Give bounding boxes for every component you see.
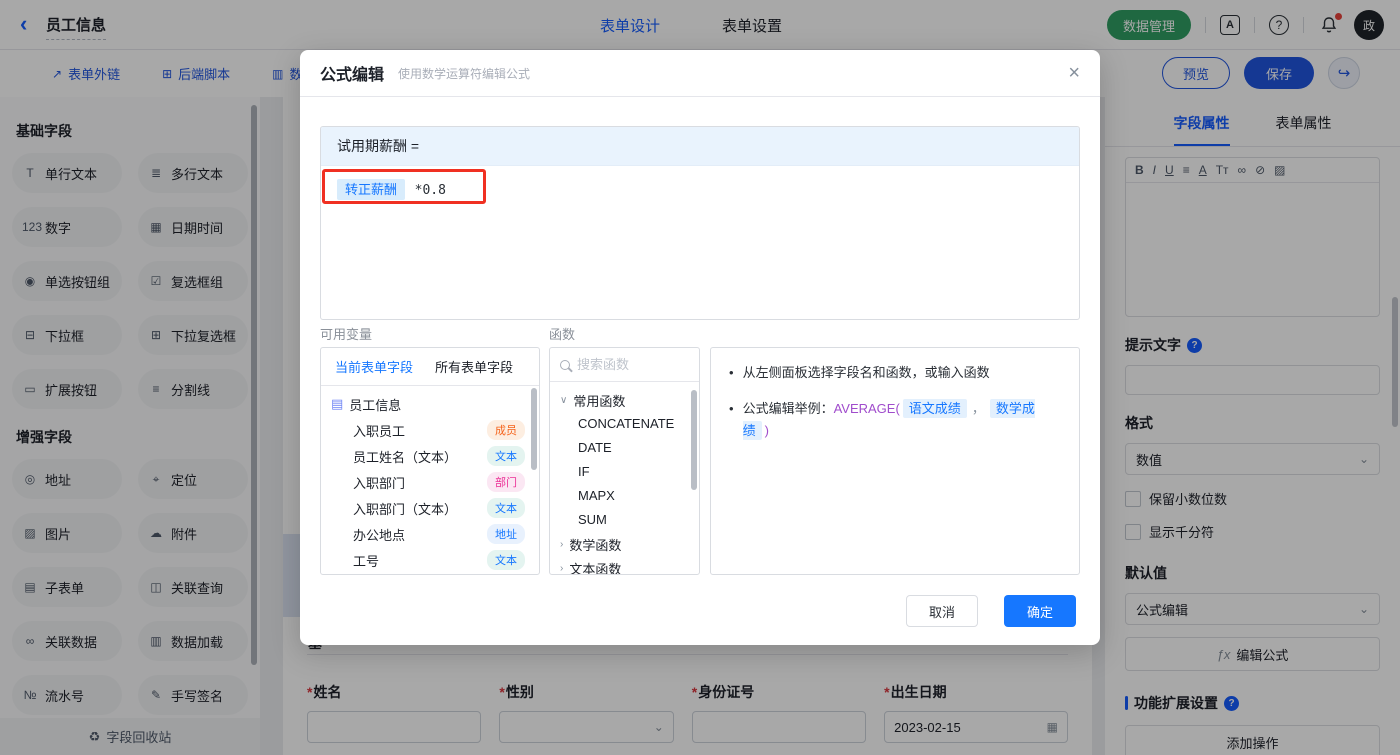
formula-target-label: 试用期薪酬 = (321, 127, 1079, 166)
tab-all-form-fields[interactable]: 所有表单字段 (435, 357, 513, 376)
function-item-date[interactable]: DATE (560, 436, 689, 460)
variable-row[interactable]: 入职部门（文本） 文本 (331, 495, 531, 521)
variable-row[interactable]: 员工姓名（文本） 文本 (331, 443, 531, 469)
formula-input-area[interactable]: 转正薪酬 *0.8 (321, 166, 1079, 211)
variable-row[interactable]: 入职部门 部门 (331, 469, 531, 495)
formula-editor: 试用期薪酬 = 转正薪酬 *0.8 (320, 126, 1080, 320)
variable-row[interactable]: 办公地点 地址 (331, 521, 531, 547)
app-root: ‹ 员工信息 表单设计 表单设置 数据管理 A ? 政 ↗ 表单外链 ⊞ 后端脚… (0, 0, 1400, 755)
variables-label: 可用变量 (320, 327, 373, 342)
modal-header: 公式编辑 使用数学运算符编辑公式 × (300, 50, 1100, 97)
tree-root-form[interactable]: ▤ 员工信息 (331, 391, 531, 417)
modal-title: 公式编辑 (320, 67, 385, 84)
hint-line-2: • 公式编辑举例：AVERAGE(语文成绩，数学成绩) (729, 399, 1035, 440)
close-icon[interactable]: × (1068, 63, 1080, 83)
search-icon (560, 359, 570, 370)
hint-comma: ， (971, 401, 985, 416)
chevron-collapsed-icon: › (560, 562, 564, 574)
functions-panel: ∨ 常用函数 CONCATENATE DATE IF MAPX SUM › 数学… (549, 347, 700, 575)
type-badge: 部门 (487, 472, 525, 492)
variables-panel: 当前表单字段 所有表单字段 ▤ 员工信息 入职员工 成员 员工姓名（文本） 文本… (320, 347, 540, 575)
modal-footer: 取消 确定 (906, 595, 1076, 627)
hint-example-prefix: 公式编辑举例： (742, 401, 834, 416)
hint-close-paren: ) (764, 423, 769, 438)
formula-edit-modal: 公式编辑 使用数学运算符编辑公式 × 试用期薪酬 = 转正薪酬 *0.8 可用变… (300, 50, 1100, 645)
chevron-expanded-icon: ∨ (560, 394, 568, 406)
tab-current-form-fields[interactable]: 当前表单字段 (335, 357, 413, 376)
function-item-concatenate[interactable]: CONCATENATE (560, 412, 689, 436)
type-badge: 文本 (487, 498, 525, 518)
function-search (550, 348, 699, 382)
group-common-functions[interactable]: ∨ 常用函数 (560, 388, 689, 412)
functions-scrollbar[interactable] (691, 390, 697, 490)
confirm-button[interactable]: 确定 (1004, 595, 1076, 627)
search-input[interactable] (577, 357, 677, 372)
hint-token-chinese-score: 语文成绩 (902, 399, 967, 418)
chevron-collapsed-icon: › (560, 538, 564, 550)
variables-tree: ▤ 员工信息 入职员工 成员 员工姓名（文本） 文本 入职部门 部门 入职部门（… (321, 386, 539, 573)
form-doc-icon: ▤ (331, 396, 344, 411)
formula-expression-text: *0.8 (414, 183, 446, 198)
variables-tabs: 当前表单字段 所有表单字段 (321, 348, 539, 386)
hint-function-name: AVERAGE( (833, 401, 900, 416)
type-badge: 文本 (487, 550, 525, 570)
field-token[interactable]: 转正薪酬 (337, 179, 406, 200)
hint-line-1: • 从左侧面板选择字段名和函数，或输入函数 (729, 365, 990, 380)
modal-subtitle: 使用数学运算符编辑公式 (398, 66, 531, 81)
variable-row[interactable]: 入职员工 成员 (331, 417, 531, 443)
function-item-mapx[interactable]: MAPX (560, 484, 689, 508)
type-badge: 文本 (487, 446, 525, 466)
group-text-functions[interactable]: › 文本函数 (560, 556, 689, 575)
function-item-sum[interactable]: SUM (560, 508, 689, 532)
group-math-functions[interactable]: › 数学函数 (560, 532, 689, 556)
functions-tree: ∨ 常用函数 CONCATENATE DATE IF MAPX SUM › 数学… (550, 382, 699, 575)
variables-scrollbar[interactable] (531, 388, 537, 470)
type-badge: 成员 (487, 420, 525, 440)
cancel-button[interactable]: 取消 (906, 595, 978, 627)
functions-label: 函数 (549, 327, 576, 342)
function-item-if[interactable]: IF (560, 460, 689, 484)
variable-row[interactable]: 工号 文本 (331, 547, 531, 573)
type-badge: 地址 (487, 524, 525, 544)
hints-panel: • 从左侧面板选择字段名和函数，或输入函数 • 公式编辑举例：AVERAGE(语… (710, 347, 1080, 575)
